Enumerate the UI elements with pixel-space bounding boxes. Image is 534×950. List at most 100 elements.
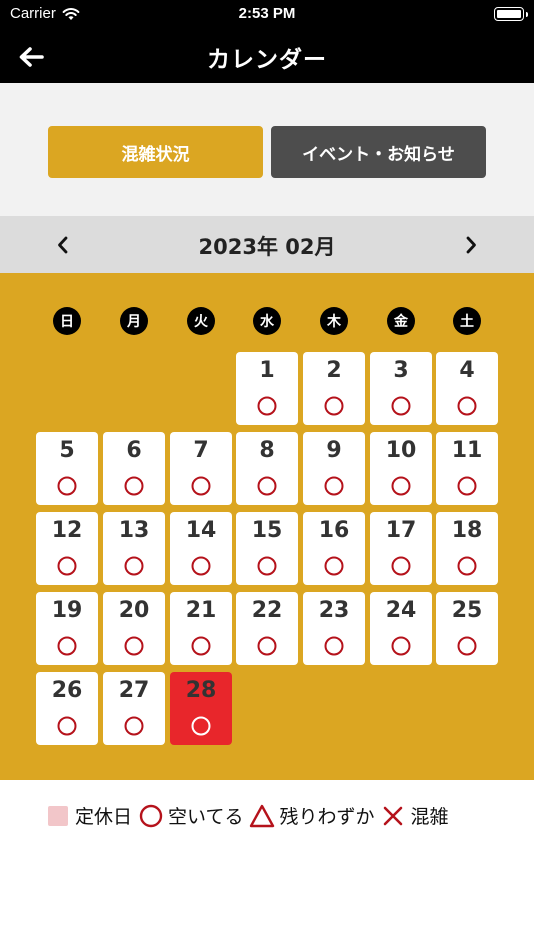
circle-icon [391,556,411,576]
tab-events-news[interactable]: イベント・お知らせ [271,126,486,178]
legend: 定休日 空いてる 残りわずか 混雑 [0,780,534,852]
legend-crowded-label: 混雑 [410,806,449,828]
day-number: 2 [326,358,342,383]
calendar-day[interactable]: 27 [103,672,165,745]
day-number: 23 [318,598,350,623]
calendar-day[interactable]: 19 [36,592,98,665]
calendar-day[interactable]: 23 [303,592,365,665]
day-number: 24 [385,598,417,623]
calendar-day[interactable]: 9 [303,432,365,505]
circle-icon [191,556,211,576]
calendar-grid: 日月火水木金土 1 2 3 4 5 6 7 8 9 10 11 12 13 14 15 16 17 18 19 20 21… [0,273,534,780]
calendar-day[interactable]: 11 [436,432,498,505]
calendar-day[interactable]: 1 [236,352,298,425]
day-number: 22 [251,598,283,623]
weekday-header: 木 [320,307,348,335]
circle-icon [57,476,77,496]
next-month-button[interactable] [454,228,488,262]
day-number: 15 [251,518,283,543]
day-number: 11 [451,438,483,463]
calendar-day[interactable]: 16 [303,512,365,585]
circle-icon [457,556,477,576]
circle-icon [391,476,411,496]
day-number: 12 [51,518,83,543]
day-number: 5 [59,438,75,463]
circle-icon [124,716,144,736]
calendar-day[interactable]: 21 [170,592,232,665]
day-number: 28 [185,678,217,703]
circle-icon [191,716,211,736]
calendar-day[interactable]: 4 [436,352,498,425]
circle-icon [257,636,277,656]
day-number: 4 [459,358,475,383]
circle-icon [324,396,344,416]
day-number: 18 [451,518,483,543]
day-number: 20 [118,598,150,623]
circle-icon [57,716,77,736]
circle-icon [57,636,77,656]
calendar-day[interactable]: 25 [436,592,498,665]
calendar-day[interactable]: 24 [370,592,432,665]
calendar-day[interactable]: 12 [36,512,98,585]
calendar-day[interactable]: 26 [36,672,98,745]
circle-icon [139,804,163,827]
calendar-day[interactable]: 18 [436,512,498,585]
weekday-header: 日 [53,307,81,335]
day-number: 6 [126,438,142,463]
circle-icon [191,636,211,656]
tab-congestion[interactable]: 混雑状況 [48,126,263,178]
day-number: 14 [185,518,217,543]
status-bar: Carrier 2:53 PM [0,0,534,30]
day-number: 16 [318,518,350,543]
status-time: 2:53 PM [238,5,296,22]
page-title: カレンダー [207,47,327,73]
circle-icon [324,476,344,496]
calendar-day[interactable]: 20 [103,592,165,665]
day-number: 8 [259,438,275,463]
calendar-day[interactable]: 17 [370,512,432,585]
weekday-header: 水 [253,307,281,335]
legend-closed-label: 定休日 [75,806,133,828]
navigation-bar: カレンダー [0,30,534,83]
calendar-day[interactable]: 14 [170,512,232,585]
calendar-day[interactable]: 8 [236,432,298,505]
day-number: 17 [385,518,417,543]
circle-icon [391,396,411,416]
battery-icon [494,7,528,21]
closed-swatch-icon [48,805,68,826]
circle-icon [124,556,144,576]
circle-icon [257,476,277,496]
calendar-day[interactable]: 5 [36,432,98,505]
cross-icon [384,806,403,825]
day-number: 3 [393,358,409,383]
calendar-day[interactable]: 3 [370,352,432,425]
weekday-header: 月 [120,307,148,335]
circle-icon [124,476,144,496]
legend-closed: 定休日 [48,802,132,829]
calendar-day[interactable]: 15 [236,512,298,585]
circle-icon [257,396,277,416]
day-number: 1 [259,358,275,383]
calendar-day[interactable]: 22 [236,592,298,665]
circle-icon [457,396,477,416]
circle-icon [457,636,477,656]
calendar-day[interactable]: 7 [170,432,232,505]
weekday-header: 土 [453,307,481,335]
legend-open: 空いてる [138,802,243,829]
calendar-day[interactable]: 2 [303,352,365,425]
calendar-day[interactable]: 10 [370,432,432,505]
circle-icon [124,636,144,656]
legend-crowded: 混雑 [380,802,448,829]
legend-few-left-label: 残りわずか [279,806,375,828]
day-number: 26 [51,678,83,703]
chevron-right-icon [466,236,476,254]
calendar-day[interactable]: 13 [103,512,165,585]
circle-icon [191,476,211,496]
day-number: 13 [118,518,150,543]
calendar-day[interactable]: 6 [103,432,165,505]
day-number: 21 [185,598,217,623]
calendar-day[interactable]: 28 [170,672,232,745]
circle-icon [324,556,344,576]
circle-icon [391,636,411,656]
day-number: 9 [326,438,342,463]
